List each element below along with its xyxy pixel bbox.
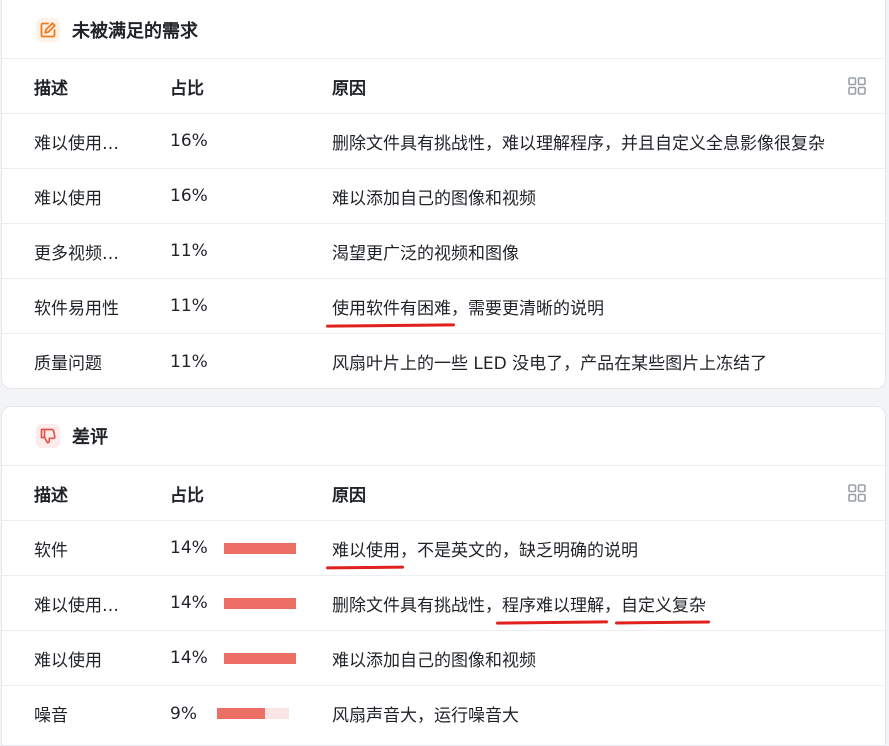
row-pct: 11% xyxy=(170,351,208,372)
row-desc: 难以使用 xyxy=(34,188,102,209)
table-row: 软件易用性 11% 使用软件有困难，需要更清晰的说明 xyxy=(2,279,885,334)
row-pct: 14% xyxy=(170,593,296,613)
row-desc: 软件易用性 xyxy=(34,298,119,319)
pct-value: 14% xyxy=(170,538,208,558)
reason-text: ，不是英文的，缺乏明确的说明 xyxy=(400,540,638,561)
table-row: 难以使用 16% 难以添加自己的图像和视频 xyxy=(2,169,885,224)
row-pct: 9% xyxy=(170,704,289,724)
row-desc: 难以使用… xyxy=(34,133,119,154)
unmet-table-header: 描述 占比 原因 xyxy=(2,59,885,114)
negative-table-header: 描述 占比 原因 xyxy=(2,466,885,521)
row-desc: 噪音 xyxy=(34,706,68,726)
row-reason: 删除文件具有挑战性，难以理解程序，并且自定义全息影像很复杂 xyxy=(332,133,825,154)
table-row: 更多视频… 11% 渴望更广泛的视频和图像 xyxy=(2,224,885,279)
reason-text: ， xyxy=(604,595,621,616)
row-reason: 删除文件具有挑战性，程序难以理解，自定义复杂 xyxy=(332,591,706,616)
row-desc: 软件 xyxy=(34,540,68,561)
pct-bar-fill xyxy=(223,652,296,664)
col-reason: 原因 xyxy=(332,78,366,99)
row-pct: 16% xyxy=(170,186,208,206)
col-pct: 占比 xyxy=(170,78,204,99)
row-pct: 11% xyxy=(170,296,208,316)
row-reason: 风扇声音大，运行噪音大 xyxy=(332,706,519,726)
negative-reviews-card: 差评 描述 占比 原因 软件 14% 难以使用，不是英文的，缺乏明确的说明 难以… xyxy=(1,406,886,746)
row-reason: 难以使用，不是英文的，缺乏明确的说明 xyxy=(332,536,638,561)
row-pct: 14% xyxy=(170,538,296,558)
thumbs-down-icon xyxy=(36,424,60,448)
row-reason: 难以添加自己的图像和视频 xyxy=(332,188,536,209)
annotated-phrase: 难以使用 xyxy=(332,536,400,561)
table-row: 质量问题 11% 风扇叶片上的一些 LED 没电了，产品在某些图片上冻结了 xyxy=(2,334,885,388)
row-reason: 难以添加自己的图像和视频 xyxy=(332,650,536,671)
col-reason: 原因 xyxy=(332,485,366,506)
row-reason: 渴望更广泛的视频和图像 xyxy=(332,243,519,264)
pct-value: 14% xyxy=(170,593,208,613)
row-desc: 质量问题 xyxy=(34,354,102,374)
unmet-needs-header: 未被满足的需求 xyxy=(2,0,885,59)
row-desc: 难以使用… xyxy=(34,595,119,616)
negative-reviews-header: 差评 xyxy=(2,407,885,466)
row-pct: 16% xyxy=(170,131,208,151)
unmet-needs-title: 未被满足的需求 xyxy=(72,20,198,42)
table-row: 难以使用… 14% 删除文件具有挑战性，程序难以理解，自定义复杂 xyxy=(2,576,885,631)
pct-value: 14% xyxy=(170,648,208,668)
table-row: 软件 14% 难以使用，不是英文的，缺乏明确的说明 xyxy=(2,521,885,576)
row-pct: 14% xyxy=(170,648,296,668)
pct-bar-fill xyxy=(216,708,265,719)
reason-text: ，需要更清晰的说明 xyxy=(451,298,604,319)
pct-value: 9% xyxy=(170,703,197,724)
pct-bar xyxy=(216,708,289,719)
col-desc: 描述 xyxy=(34,78,68,99)
pct-bar xyxy=(223,597,296,609)
table-row: 难以使用… 16% 删除文件具有挑战性，难以理解程序，并且自定义全息影像很复杂 xyxy=(2,114,885,169)
col-desc: 描述 xyxy=(34,485,68,506)
row-pct: 11% xyxy=(170,241,208,261)
row-reason: 使用软件有困难，需要更清晰的说明 xyxy=(332,294,604,319)
col-pct: 占比 xyxy=(170,485,204,506)
unmet-needs-card: 未被满足的需求 描述 占比 原因 难以使用… 16% 删除文件具有挑战性，难以理… xyxy=(1,0,886,389)
row-desc: 难以使用 xyxy=(34,650,102,671)
grid-view-icon[interactable] xyxy=(848,77,866,100)
pct-bar xyxy=(223,542,296,554)
reason-text: 删除文件具有挑战性， xyxy=(332,595,502,616)
grid-view-icon[interactable] xyxy=(848,484,866,507)
table-row: 难以使用 14% 难以添加自己的图像和视频 xyxy=(2,631,885,686)
pct-bar-fill xyxy=(223,597,296,609)
pct-bar xyxy=(223,652,296,664)
row-reason: 风扇叶片上的一些 LED 没电了，产品在某些图片上冻结了 xyxy=(332,354,768,374)
pct-bar-fill xyxy=(223,542,296,554)
negative-reviews-title: 差评 xyxy=(72,427,108,448)
annotated-phrase: 使用软件有困难 xyxy=(332,294,451,319)
annotated-phrase: 程序难以理解 xyxy=(502,591,604,616)
row-desc: 更多视频… xyxy=(34,243,119,264)
annotated-phrase: 自定义复杂 xyxy=(621,591,706,616)
table-row: 噪音 9% 风扇声音大，运行噪音大 xyxy=(2,686,885,741)
edit-icon xyxy=(36,17,60,42)
